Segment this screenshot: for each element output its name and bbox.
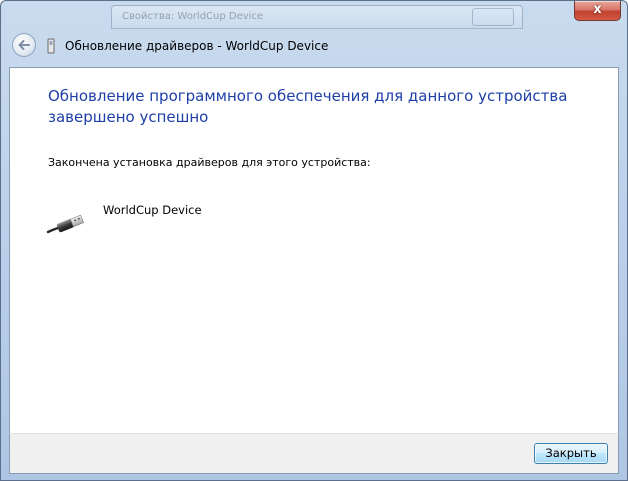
window-close-button[interactable]: x [574,1,621,21]
usb-plug-icon [46,214,84,234]
background-window-title: Свойства: WorldCup Device [122,11,264,22]
back-button[interactable] [12,33,36,57]
page-heading: Обновление программного обеспечения для … [48,87,568,126]
wizard-title: Обновление драйверов - WorldCup Device [65,39,329,53]
device-name: WorldCup Device [103,203,202,217]
wizard-content: Обновление программного обеспечения для … [9,67,619,433]
install-complete-text: Закончена установка драйверов для этого … [48,156,371,169]
driver-update-window: Свойства: WorldCup Device x Обновление д… [0,0,628,481]
background-properties-window: Свойства: WorldCup Device [111,5,523,29]
wizard-footer: Закрыть [9,433,619,474]
close-icon: x [593,2,602,17]
back-arrow-icon [18,40,30,50]
background-window-close [472,8,514,26]
close-button[interactable]: Закрыть [534,443,608,464]
wizard-header: Обновление драйверов - WorldCup Device [9,29,619,65]
usb-device-icon [47,38,55,54]
